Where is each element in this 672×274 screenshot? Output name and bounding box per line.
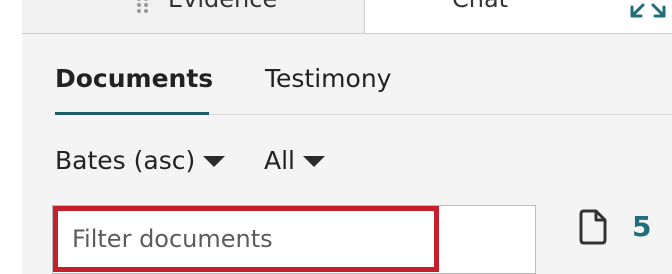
tab-chat[interactable]: Chat xyxy=(365,0,672,33)
evidence-panel: Documents Testimony Bates (asc) All 5 xyxy=(22,34,672,274)
filter-documents-input[interactable] xyxy=(53,206,439,272)
sort-dropdown[interactable]: Bates (asc) xyxy=(55,146,226,176)
drag-handle-icon[interactable] xyxy=(136,0,150,13)
left-edge-panel xyxy=(0,0,23,274)
document-icon xyxy=(578,209,608,245)
filter-dropdown[interactable]: All xyxy=(264,146,325,176)
subtab-testimony[interactable]: Testimony xyxy=(265,64,391,94)
panel-tab-bar: Evidence Chat xyxy=(22,0,672,34)
active-subtab-indicator xyxy=(55,112,209,115)
tab-evidence-label: Evidence xyxy=(168,0,277,14)
filter-dropdown-label: All xyxy=(264,146,295,175)
tab-evidence[interactable]: Evidence xyxy=(22,0,365,33)
document-count: 5 xyxy=(632,210,652,243)
collapse-arrows-icon[interactable] xyxy=(628,0,668,22)
chevron-down-icon xyxy=(203,155,226,167)
tab-chat-label: Chat xyxy=(452,0,508,14)
chevron-down-icon xyxy=(303,155,325,167)
subtab-documents[interactable]: Documents xyxy=(55,64,213,94)
sort-dropdown-label: Bates (asc) xyxy=(55,146,196,175)
